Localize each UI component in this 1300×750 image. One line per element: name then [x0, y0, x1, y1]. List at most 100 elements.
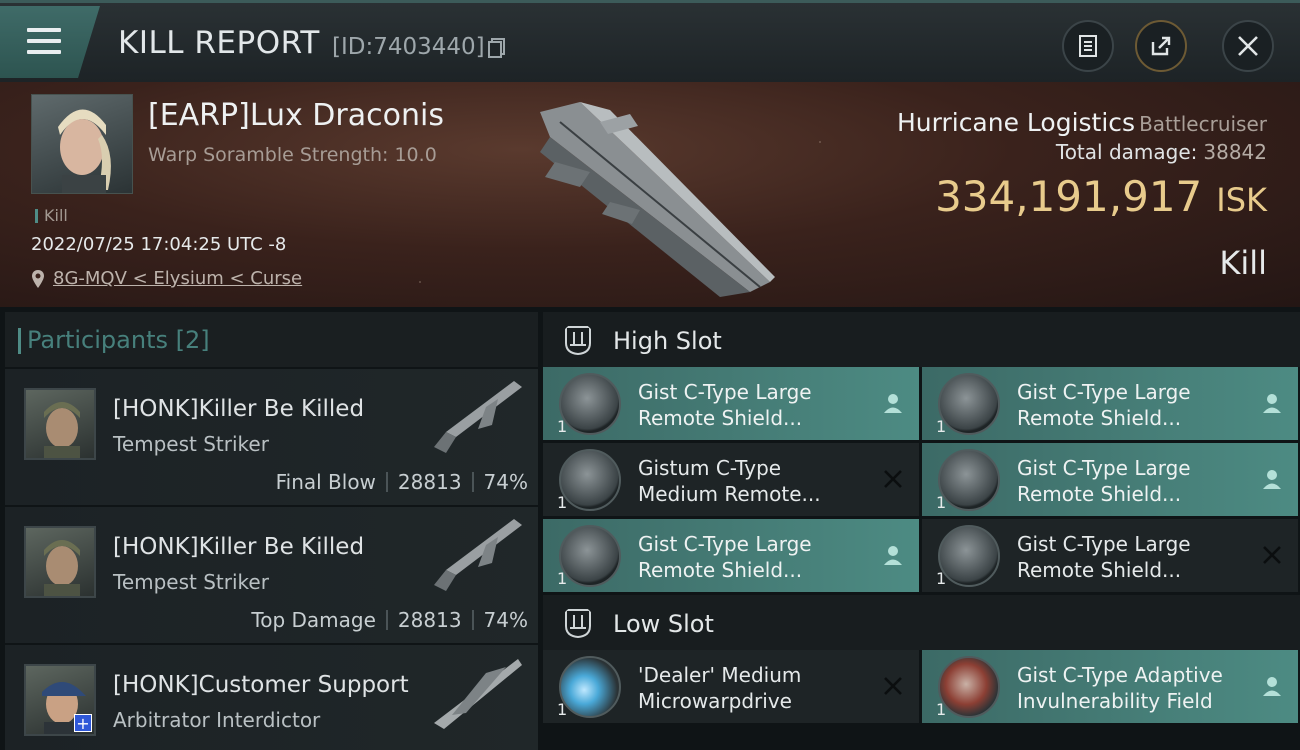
participant-row[interactable]: + [HONK]Customer Support Arbitrator Inte…: [5, 645, 538, 750]
shield-module-icon: [938, 373, 1000, 435]
victim-ship-name[interactable]: Hurricane Logistics Battlecruiser: [897, 108, 1267, 137]
participant-role: Final Blow: [275, 470, 376, 494]
shield-module-icon: [559, 449, 621, 511]
share-icon: [1151, 36, 1171, 56]
ship-name-text: Hurricane Logistics: [896, 108, 1136, 137]
slot-icon: [565, 609, 591, 639]
module-name-line1: Gist C-Type Large: [1017, 532, 1191, 556]
module-name-line2: Remote Shield...: [1017, 482, 1182, 506]
victim-name[interactable]: [EARP]Lux Draconis: [148, 98, 444, 133]
location-link[interactable]: 8G-MQV < Elysium < Curse: [31, 268, 302, 289]
high-slot-header: High Slot: [543, 312, 1300, 367]
module-item[interactable]: 1 Gist C-Type Large Remote Shield...: [543, 367, 919, 440]
participant-damage: 28813: [397, 470, 462, 494]
victim-ship-image[interactable]: [520, 92, 790, 297]
module-quantity: 1: [557, 569, 568, 588]
microwarpdrive-module-icon: [559, 656, 621, 718]
module-item[interactable]: 1 Gist C-Type Large Remote Shield...: [922, 367, 1298, 440]
total-damage-label: Total damage:: [1055, 140, 1198, 164]
participants-title: Participants [2]: [18, 326, 210, 354]
avatar[interactable]: [24, 526, 96, 598]
module-name-line1: Gist C-Type Large: [1017, 380, 1191, 404]
isk-amount: 334,191,917: [935, 172, 1203, 221]
module-item[interactable]: 1 Gist C-Type Large Remote Shield...: [922, 519, 1298, 592]
victim-warp-scramble: Warp Soramble Strength: 10.0: [148, 144, 437, 166]
low-slot-header: Low Slot: [543, 595, 1300, 650]
participant-role: Top Damage: [251, 608, 376, 632]
low-slot-grid: 1 'Dealer' Medium Microwarpdrive 1 Gist C…: [543, 650, 1300, 723]
high-slot-label: High Slot: [613, 327, 722, 355]
shield-module-icon: [559, 525, 621, 587]
module-item[interactable]: 1 Gist C-Type Adaptive Invulnerability Fi…: [922, 650, 1298, 723]
module-name: Gist C-Type Large Remote Shield...: [638, 379, 868, 431]
total-damage: Total damage: 38842: [1056, 140, 1267, 164]
kill-type-tag: Kill: [35, 206, 68, 225]
menu-button[interactable]: [0, 6, 100, 78]
participant-ship: Tempest Striker: [113, 432, 269, 456]
participant-ship-image: [434, 381, 522, 453]
participant-percent: 74%: [483, 608, 528, 632]
kill-timestamp: 2022/07/25 17:04:25 UTC -8: [31, 234, 287, 255]
clipboard-button[interactable]: [1062, 20, 1114, 72]
menu-icon: [27, 28, 61, 54]
clipboard-icon: [1079, 35, 1097, 57]
participant-row[interactable]: [HONK]Killer Be Killed Tempest Striker T…: [5, 507, 538, 643]
participants-panel: Participants [2] [HONK]Killer Be Killed …: [5, 312, 538, 750]
module-item[interactable]: 1 Gist C-Type Large Remote Shield...: [543, 519, 919, 592]
module-item[interactable]: 1 Gistum C-Type Medium Remote...: [543, 443, 919, 516]
module-name-line2: Remote Shield...: [638, 406, 803, 430]
module-name: Gist C-Type Large Remote Shield...: [638, 531, 868, 583]
participant-row[interactable]: [HONK]Killer Be Killed Tempest Striker F…: [5, 369, 538, 505]
total-damage-value: 38842: [1203, 140, 1267, 164]
module-name-line1: Gistum C-Type: [638, 456, 782, 480]
shield-module-icon: [938, 525, 1000, 587]
kill-result: Kill: [1219, 244, 1267, 282]
module-name-line2: Microwarpdrive: [638, 689, 792, 713]
isk-value: 334,191,917 ISK: [935, 172, 1267, 221]
participant-ship: Arbitrator Interdictor: [113, 708, 321, 732]
report-id: [ID:7403440]: [332, 34, 485, 60]
module-quantity: 1: [557, 493, 568, 512]
module-name-line1: Gist C-Type Large: [638, 380, 812, 404]
module-item[interactable]: 1 'Dealer' Medium Microwarpdrive: [543, 650, 919, 723]
participants-header: Participants [2]: [5, 312, 538, 367]
title-bar: KILL REPORT [ID:7403440]: [0, 0, 1300, 82]
module-name-line1: Gist C-Type Large: [638, 532, 812, 556]
participant-stats: Final Blow 28813 74%: [276, 470, 528, 494]
module-name: 'Dealer' Medium Microwarpdrive: [638, 662, 868, 714]
module-name-line2: Medium Remote...: [638, 482, 821, 506]
person-icon: [1263, 470, 1281, 489]
slot-icon: [565, 326, 591, 356]
x-icon: [1263, 546, 1281, 564]
module-name-line2: Remote Shield...: [1017, 406, 1182, 430]
module-quantity: 1: [936, 700, 947, 719]
person-icon: [884, 394, 902, 413]
module-name-line1: Gist C-Type Adaptive: [1017, 663, 1223, 687]
module-quantity: 1: [936, 417, 947, 436]
person-icon: [1263, 394, 1281, 413]
victim-portrait[interactable]: [31, 94, 133, 194]
shield-module-icon: [559, 373, 621, 435]
fitting-panel: High Slot 1 Gist C-Type Large Remote Shie…: [543, 312, 1300, 750]
page-title: KILL REPORT: [118, 25, 320, 61]
module-name-line2: Remote Shield...: [638, 558, 803, 582]
share-button[interactable]: [1135, 20, 1187, 72]
copy-icon[interactable]: [488, 38, 506, 58]
low-slot-label: Low Slot: [613, 610, 714, 638]
avatar[interactable]: +: [24, 664, 96, 736]
module-name-line1: Gist C-Type Large: [1017, 456, 1191, 480]
participant-ship: Tempest Striker: [113, 570, 269, 594]
avatar[interactable]: [24, 388, 96, 460]
participant-ship-image: [434, 519, 522, 591]
close-button[interactable]: [1222, 20, 1274, 72]
location-text: 8G-MQV < Elysium < Curse: [53, 268, 303, 289]
shield-module-icon: [938, 449, 1000, 511]
module-name: Gist C-Type Large Remote Shield...: [1017, 379, 1247, 431]
participant-ship-image: [434, 659, 522, 729]
module-item[interactable]: 1 Gist C-Type Large Remote Shield...: [922, 443, 1298, 516]
ship-class: Battlecruiser: [1139, 112, 1267, 136]
module-name-line1: 'Dealer' Medium: [638, 663, 802, 687]
victim-header: [EARP]Lux Draconis Warp Soramble Strengt…: [0, 82, 1300, 307]
x-icon: [884, 677, 902, 695]
module-quantity: 1: [936, 493, 947, 512]
